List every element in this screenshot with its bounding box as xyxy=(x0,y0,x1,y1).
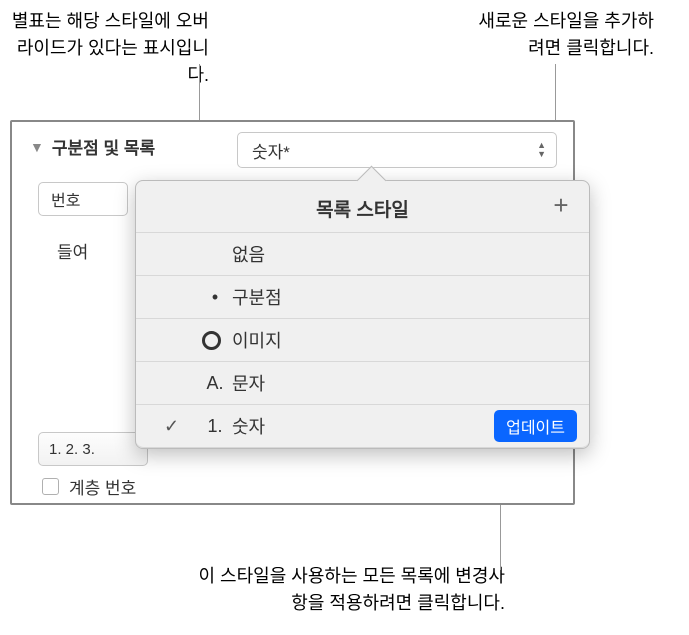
style-item-bullet[interactable]: • 구분점 xyxy=(136,275,589,318)
number-prefix: 1. xyxy=(200,416,230,437)
style-label: 없음 xyxy=(232,241,265,267)
dropdown-value: 숫자* xyxy=(252,138,290,163)
callout-add-new: 새로운 스타일을 추가하려면 클릭합니다. xyxy=(464,8,654,62)
letter-prefix: A. xyxy=(200,373,230,394)
indent-label: 들여 xyxy=(57,238,88,263)
updown-chevron-icon: ▲▼ xyxy=(537,141,546,159)
checkmark-icon: ✓ xyxy=(164,416,179,437)
style-list: 없음 • 구분점 이미지 A. 문자 ✓ 1. 숫자 업데이트 xyxy=(136,232,589,448)
callout-update: 이 스타일을 사용하는 모든 목록에 변경사항을 적용하려면 클릭합니다. xyxy=(185,563,505,617)
callout-asterisk: 별표는 해당 스타일에 오버라이드가 있다는 표시입니다. xyxy=(9,8,209,89)
add-style-button[interactable]: + xyxy=(547,191,575,219)
checkbox-label: 계층 번호 xyxy=(69,474,136,499)
dropdown-value: 번호 xyxy=(51,187,80,211)
style-label: 문자 xyxy=(232,370,265,396)
image-bullet-icon xyxy=(202,331,221,350)
popover-title: 목록 스타일 + xyxy=(136,181,589,232)
list-style-popover: 목록 스타일 + 없음 • 구분점 이미지 A. 문자 ✓ 1. 숫자 업데이트 xyxy=(135,180,590,449)
section-title: 구분점 및 목록 xyxy=(52,134,155,159)
style-item-number[interactable]: ✓ 1. 숫자 업데이트 xyxy=(136,404,589,448)
list-style-dropdown[interactable]: 숫자* ▲▼ xyxy=(237,132,557,168)
number-format-dropdown[interactable]: 1. 2. 3. xyxy=(38,432,148,466)
plus-icon: + xyxy=(553,190,568,221)
style-label: 이미지 xyxy=(232,327,282,353)
callout-line xyxy=(199,64,200,126)
style-item-letter[interactable]: A. 문자 xyxy=(136,361,589,404)
tiered-number-row: 계층 번호 xyxy=(42,474,136,499)
update-style-button[interactable]: 업데이트 xyxy=(494,410,577,442)
bullet-icon: • xyxy=(200,287,230,308)
style-label: 구분점 xyxy=(232,284,282,310)
number-type-dropdown[interactable]: 번호 xyxy=(38,182,128,216)
popover-title-text: 목록 스타일 xyxy=(316,200,409,221)
chevron-down-icon: ▼ xyxy=(30,139,44,155)
style-item-none[interactable]: 없음 xyxy=(136,232,589,275)
style-item-image[interactable]: 이미지 xyxy=(136,318,589,361)
style-label: 숫자 xyxy=(232,413,265,439)
format-value: 1. 2. 3. xyxy=(49,441,95,458)
tiered-number-checkbox[interactable] xyxy=(42,478,59,495)
